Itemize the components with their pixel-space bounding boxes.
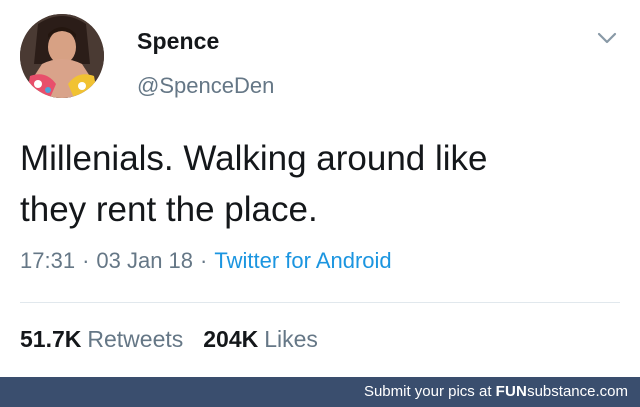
likes-count: 204K bbox=[203, 326, 259, 352]
meta-separator: · bbox=[82, 248, 90, 273]
footer-text: Submit your pics at FUNsubstance.com bbox=[364, 383, 628, 400]
tweet-source-link[interactable]: Twitter for Android bbox=[214, 248, 391, 273]
avatar[interactable] bbox=[20, 14, 104, 98]
likes-stat[interactable]: 204K Likes bbox=[203, 326, 318, 353]
tweet-text: Millenials. Walking around like they ren… bbox=[20, 139, 488, 229]
likes-label: Likes bbox=[264, 326, 318, 352]
watermark-footer: Submit your pics at FUNsubstance.com bbox=[0, 377, 640, 407]
retweets-stat[interactable]: 51.7K Retweets bbox=[20, 326, 183, 353]
footer-prefix: Submit your pics at bbox=[363, 383, 496, 400]
tweet-card: Spence @SpenceDen Millenials. Walking ar… bbox=[0, 0, 640, 377]
tweet-time[interactable]: 17:31 bbox=[20, 248, 75, 273]
avatar-image bbox=[20, 14, 104, 98]
meta-separator: · bbox=[200, 248, 208, 273]
retweets-count: 51.7K bbox=[20, 326, 82, 352]
footer-brand-substance: substance bbox=[527, 383, 596, 400]
tweet-date[interactable]: 03 Jan 18 bbox=[96, 248, 193, 273]
footer-brand-com: .com bbox=[595, 383, 628, 400]
chevron-down-icon[interactable] bbox=[596, 31, 618, 45]
tweet-meta: 17:31 · 03 Jan 18 · Twitter for Android bbox=[20, 248, 392, 274]
footer-brand-fun: FUN bbox=[495, 383, 528, 400]
user-handle[interactable]: @SpenceDen bbox=[137, 73, 274, 99]
divider bbox=[20, 302, 620, 303]
tweet-stats: 51.7K Retweets 204K Likes bbox=[20, 326, 338, 353]
retweets-label: Retweets bbox=[87, 326, 184, 352]
display-name[interactable]: Spence bbox=[137, 28, 219, 55]
